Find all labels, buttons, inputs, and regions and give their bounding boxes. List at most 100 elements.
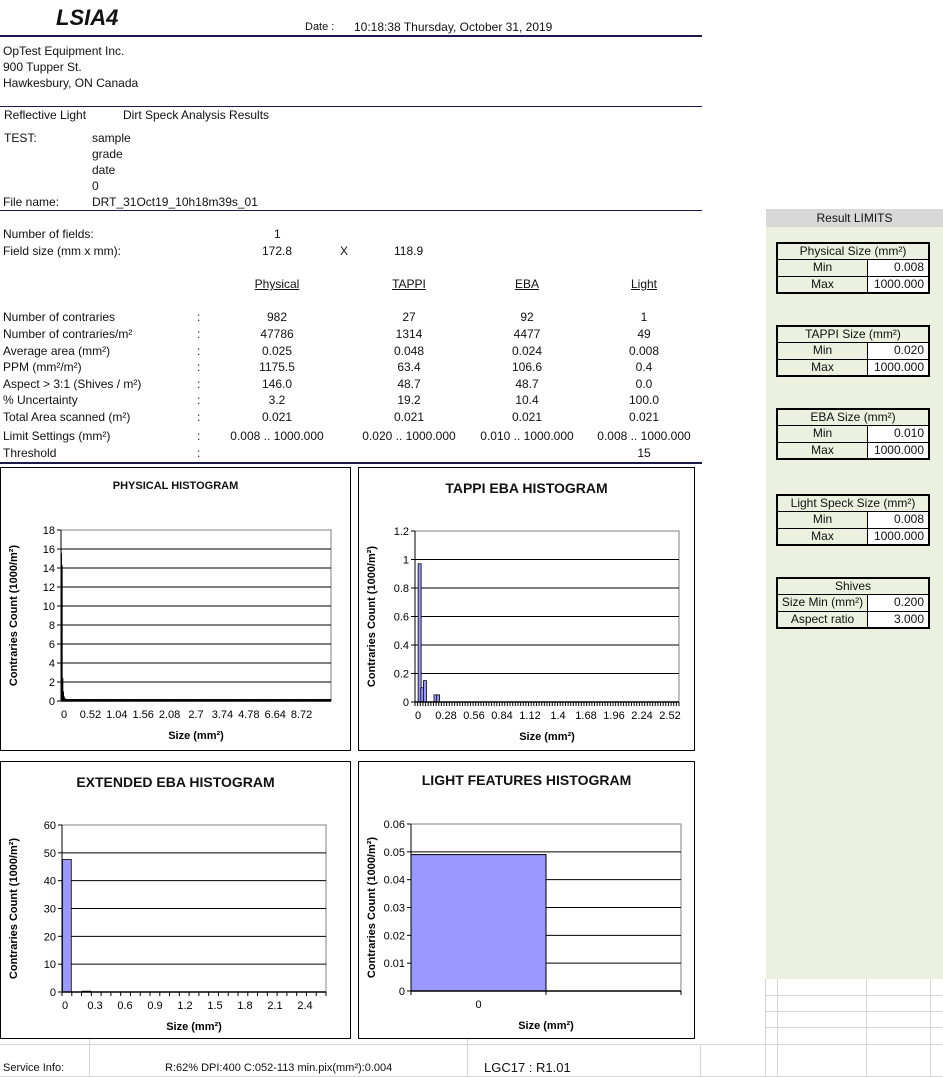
x-tick-label: 1.68	[575, 710, 596, 722]
limit-value[interactable]: 0.020	[868, 343, 928, 359]
test-label: TEST:	[4, 131, 37, 145]
limit-row: Min 0.010	[778, 426, 928, 442]
limit-value[interactable]: 1000.000	[868, 277, 928, 292]
histogram-bar	[62, 859, 72, 993]
limit-key: Max	[778, 443, 868, 458]
x-tick-label: 0.52	[80, 709, 101, 721]
row-label: PPM (mm²/m²)	[3, 360, 82, 374]
row-separator: :	[197, 393, 201, 407]
grid-line	[89, 1039, 90, 1077]
light-features-histogram-plot: 0 0.01 0.02 0.03 0.04 0.05 0.06 0 Size (mm²) Cont…	[366, 819, 682, 1032]
test-date: date	[92, 163, 116, 177]
y-tick-label: 0.04	[384, 875, 405, 887]
limit-table-title: TAPPI Size (mm²)	[778, 327, 928, 343]
limit-table-title: Light Speck Size (mm²)	[778, 496, 928, 512]
y-tick-label: 0.01	[384, 958, 405, 970]
column-header-light: Light	[630, 277, 658, 291]
limit-value[interactable]: 3.000	[868, 612, 928, 627]
extended-eba-histogram-plot: 0 10 20 30 40 50 60 0 0.3 0.6 0.9 1.2 1.5 1.8 2.1 2.4 Si…	[8, 820, 327, 1033]
result-limits-panel: Result LIMITS Physical Size (mm²) Min 0.00…	[766, 209, 943, 979]
physical-histogram: PHYSICAL HISTOGRAM 0 2 4 6 8 10 12 14 16 18 0 0.52 1…	[0, 467, 351, 751]
y-tick-label: 2	[49, 677, 55, 689]
limit-row: Size Min (mm²) 0.200	[778, 595, 928, 611]
column-header-eba: EBA	[514, 277, 540, 291]
plot-area	[60, 529, 332, 702]
grid-line	[700, 1044, 701, 1077]
x-tick-label: 0.84	[491, 710, 512, 722]
limit-value[interactable]: 1000.000	[868, 443, 928, 458]
limit-key: Min	[778, 343, 868, 359]
y-tick-label: 30	[44, 904, 56, 916]
y-axis-label: Contraries Count (1000/m²)	[366, 546, 378, 688]
limit-value[interactable]: 1000.000	[868, 360, 928, 375]
row-value: 10.4	[515, 393, 539, 407]
limit-row: Max 1000.000	[778, 528, 928, 544]
y-tick-label: 8	[49, 620, 55, 632]
y-tick-label: 20	[44, 931, 56, 943]
row-value: 63.4	[397, 360, 421, 374]
x-tick-label: 0.3	[87, 1000, 102, 1012]
grid-line	[467, 1039, 468, 1077]
test-number: 0	[92, 179, 99, 193]
x-tick-label: 2.7	[188, 709, 203, 721]
y-tick-label: 0.03	[384, 903, 405, 915]
y-tick-label: 1	[403, 555, 409, 567]
row-value: 982	[266, 310, 288, 324]
y-tick-label: 0.05	[384, 847, 405, 859]
x-tick-label: 0.9	[147, 1000, 162, 1012]
y-tick-label: 1.2	[394, 526, 409, 538]
y-tick-label: 10	[43, 601, 55, 613]
row-value: 92	[520, 310, 534, 324]
limit-row: Min 0.020	[778, 343, 928, 359]
row-label: Number of contraries/m²	[3, 327, 133, 341]
row-value: 0.021	[393, 410, 425, 424]
tappi-eba-histogram-plot: 0 0.2 0.4 0.6 0.8 1 1.2 0 0.28 0.56 0.84 1.12 1.4 1.6…	[366, 526, 681, 743]
service-info-value: R:62% DPI:400 C:052-113 min.pix(mm²):0.0…	[165, 1062, 393, 1074]
x-tick-label: 1.8	[237, 1000, 252, 1012]
row-value: 0.4	[635, 360, 653, 374]
x-tick-label: 6.64	[264, 709, 285, 721]
grid-line	[765, 1011, 943, 1012]
fields-count-value: 1	[274, 227, 281, 241]
x-tick-label: 1.56	[132, 709, 153, 721]
row-value: 1175.5	[259, 360, 295, 374]
row-label: Aspect > 3:1 (Shives / m²)	[3, 377, 142, 391]
divider	[0, 210, 702, 211]
x-tick-label: 0	[415, 710, 421, 722]
limit-value[interactable]: 0.008	[868, 512, 928, 528]
limit-key: Max	[778, 360, 868, 375]
limit-row: Min 0.008	[778, 260, 928, 276]
date-label: Date :	[305, 21, 335, 33]
x-tick-label: 0	[62, 1000, 68, 1012]
limit-key: Size Min (mm²)	[778, 595, 868, 611]
row-value: 146.0	[261, 377, 293, 391]
divider	[0, 106, 702, 107]
service-info-label: Service Info:	[3, 1062, 65, 1074]
y-axis-label: Contraries Count (1000/m²)	[8, 545, 20, 687]
histogram-bar	[410, 854, 547, 992]
grid-line	[765, 1027, 943, 1028]
y-tick-label: 6	[49, 639, 55, 651]
row-separator: :	[197, 310, 201, 324]
row-value: 106.6	[511, 360, 543, 374]
limit-value[interactable]: 1000.000	[868, 529, 928, 544]
results-divider	[0, 462, 702, 464]
limit-value[interactable]: 0.008	[868, 260, 928, 276]
limit-key: Aspect ratio	[778, 612, 868, 627]
row-value: 0.020 .. 1000.000	[362, 429, 456, 443]
row-value: 100.0	[628, 393, 660, 407]
y-tick-label: 0	[399, 986, 405, 998]
y-tick-label: 0	[49, 696, 55, 708]
limit-value[interactable]: 0.010	[868, 426, 928, 442]
row-separator: :	[197, 344, 201, 358]
row-value: 0.025	[261, 344, 293, 358]
limit-key: Max	[778, 277, 868, 292]
light-features-histogram: LIGHT FEATURES HISTOGRAM 0 0.01 0.02 0.03 0.…	[358, 761, 695, 1039]
row-label: Average area (mm²)	[3, 344, 111, 358]
row-value: 0.008 .. 1000.000	[597, 429, 691, 443]
row-label: Total Area scanned (m²)	[3, 410, 131, 424]
x-tick-label: 2.4	[297, 1000, 312, 1012]
limit-value[interactable]: 0.200	[868, 595, 928, 611]
row-value: 0.0	[635, 377, 653, 391]
row-separator: :	[197, 327, 201, 341]
